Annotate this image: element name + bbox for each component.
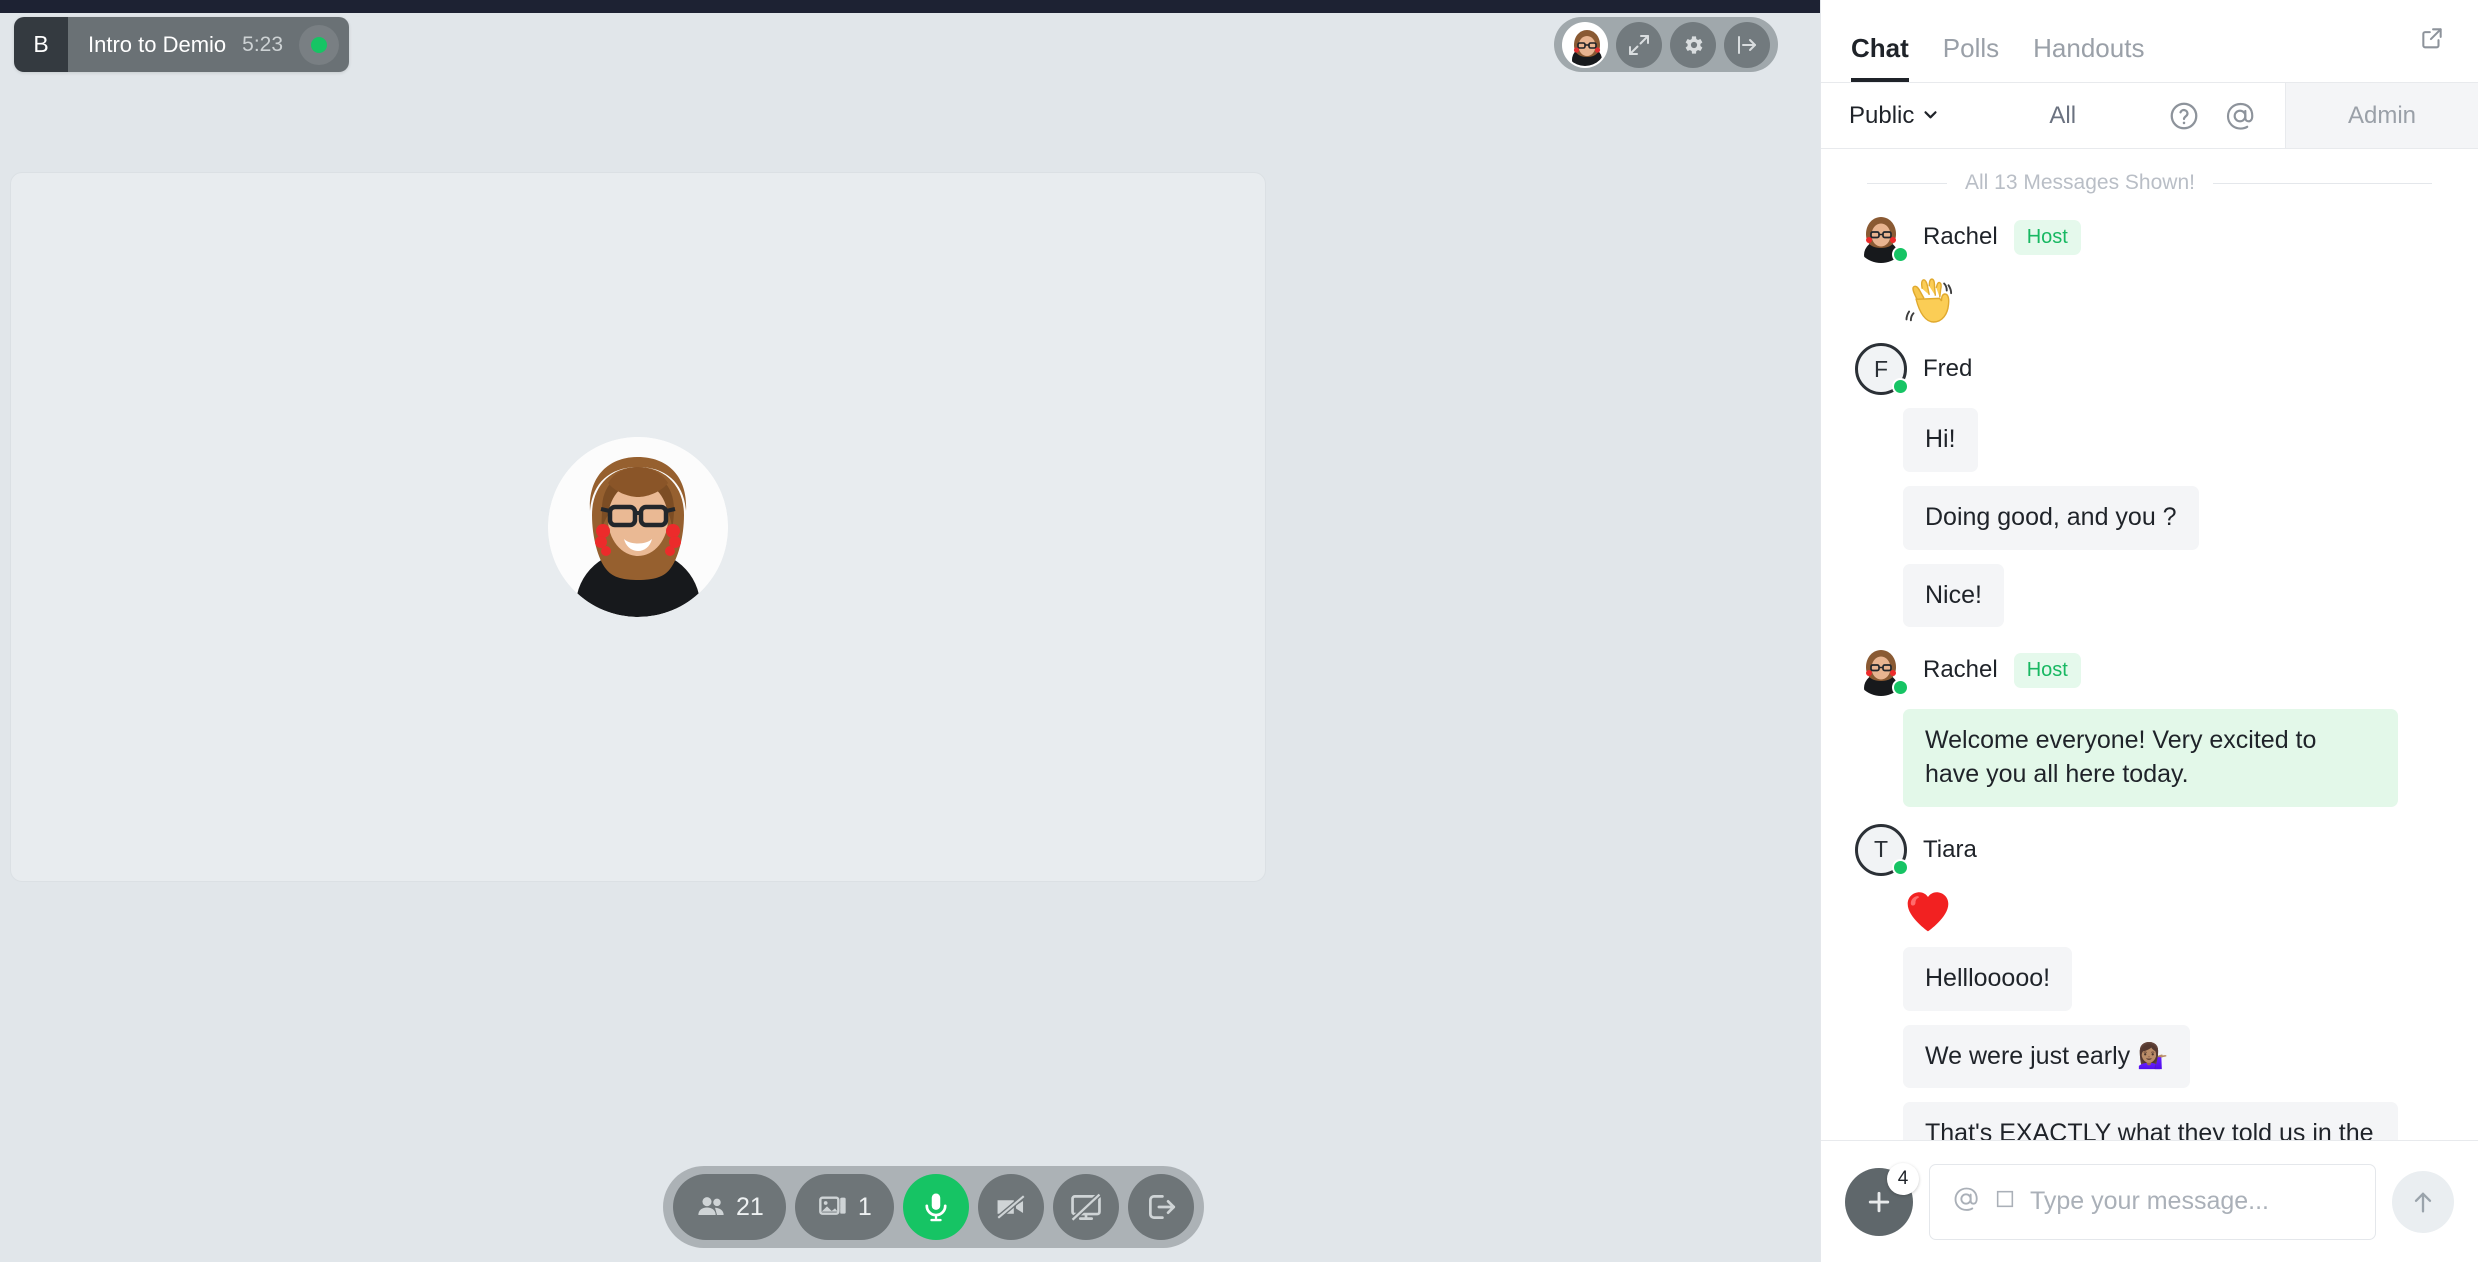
message-input[interactable]: [2030, 1187, 2353, 1216]
host-badge: Host: [2013, 652, 2081, 688]
chat-sender-row: Rachel Host: [1821, 634, 2478, 702]
attachment-count-badge: 4: [1887, 1162, 1919, 1195]
send-message-button[interactable]: [2392, 1170, 2454, 1233]
chat-message-list[interactable]: All 13 Messages Shown! Rachel Host F Fre…: [1821, 149, 2478, 1140]
chat-message-row: Helllooooo!: [1821, 940, 2478, 1018]
chat-bubble[interactable]: Helllooooo!: [1903, 946, 2073, 1011]
chat-sender-name: Tiara: [1923, 835, 1977, 863]
question-circle-icon[interactable]: [2167, 99, 2201, 133]
chat-filter-left: Public All: [1821, 83, 2286, 148]
chat-sender-name: Rachel: [1923, 223, 1998, 250]
stage-area: B Intro to Demio 5:23 21 1: [0, 0, 1820, 1262]
message-input-wrap[interactable]: [1929, 1163, 2376, 1240]
session-info-pill: B Intro to Demio 5:23: [14, 17, 350, 72]
tab-handouts[interactable]: Handouts: [2033, 33, 2144, 82]
avatar: [1855, 211, 1909, 263]
chat-filter-icons: [2167, 99, 2257, 133]
add-attachment-button[interactable]: 4: [1845, 1162, 1919, 1236]
wave-emoji-icon: [1905, 278, 1953, 323]
collapse-panel-button[interactable]: [1724, 21, 1770, 68]
tab-admin[interactable]: Admin: [2286, 83, 2478, 148]
chat-sender-row: F Fred: [1821, 333, 2478, 401]
camera-button[interactable]: [977, 1174, 1044, 1240]
emoji-icon[interactable]: [1994, 1188, 2016, 1215]
chat-bubble-host[interactable]: Welcome everyone! Very excited to have y…: [1903, 709, 2398, 807]
chat-sender-row: T Tiara: [1821, 814, 2478, 882]
chat-composer: 4: [1821, 1140, 2478, 1262]
top-dark-strip: [0, 0, 1820, 13]
chat-scope-dropdown[interactable]: Public: [1849, 102, 1939, 130]
avatar: F: [1855, 343, 1909, 395]
microphone-button[interactable]: [902, 1174, 969, 1240]
speaker-avatar: [548, 437, 728, 617]
host-badge: Host: [2013, 219, 2081, 255]
session-toolbar: 21 1: [663, 1166, 1204, 1248]
chat-emoji-message: [1821, 269, 2478, 333]
materials-count: 1: [857, 1192, 872, 1221]
presenter-avatar[interactable]: [1562, 21, 1608, 68]
session-elapsed-time: 5:23: [242, 32, 284, 56]
chat-message-row: We were just early 💁🏽‍♀️: [1821, 1018, 2478, 1096]
stage-controls-pill: [1554, 17, 1778, 72]
messages-shown-label: All 13 Messages Shown!: [1965, 171, 2195, 194]
participants-count: 21: [736, 1192, 764, 1221]
chat-message-row: Nice!: [1821, 557, 2478, 635]
session-body: Intro to Demio 5:23: [68, 17, 350, 72]
chat-sender-row: Rachel Host: [1821, 201, 2478, 269]
tab-polls[interactable]: Polls: [1943, 33, 1999, 82]
participants-button[interactable]: 21: [673, 1174, 786, 1240]
leave-button[interactable]: [1127, 1174, 1194, 1240]
tab-chat[interactable]: Chat: [1851, 33, 1909, 82]
chat-scope-label: Public: [1849, 101, 1915, 129]
chat-sender-name: Rachel: [1923, 656, 1998, 684]
presentation-video-frame[interactable]: [10, 172, 1266, 882]
chat-panel: Chat Polls Handouts Public All Admin All…: [1820, 0, 2478, 1262]
chat-filter-all[interactable]: All: [2049, 102, 2076, 130]
avatar: [1855, 644, 1909, 697]
online-status-dot: [1892, 246, 1909, 263]
chat-bubble[interactable]: Hi!: [1903, 408, 1978, 472]
session-title: Intro to Demio: [88, 31, 227, 57]
session-badge-letter: B: [14, 17, 68, 72]
chat-filter-bar: Public All Admin: [1821, 83, 2478, 149]
chat-bubble[interactable]: We were just early 💁🏽‍♀️: [1903, 1024, 2191, 1089]
messages-shown-divider: All 13 Messages Shown!: [1821, 149, 2478, 201]
fullscreen-button[interactable]: [1616, 21, 1662, 68]
settings-button[interactable]: [1670, 21, 1716, 68]
online-status-dot: [1892, 858, 1909, 876]
online-status-dot: [1892, 378, 1909, 395]
chat-bubble[interactable]: Nice!: [1903, 563, 2004, 628]
at-icon[interactable]: [1952, 1185, 1980, 1218]
heart-emoji-icon: [1907, 892, 1949, 932]
chat-emoji-message: [1821, 882, 2478, 940]
chat-message-row: Welcome everyone! Very excited to have y…: [1821, 702, 2478, 814]
online-status-dot: [1892, 679, 1909, 697]
materials-button[interactable]: 1: [794, 1174, 894, 1240]
avatar: T: [1855, 823, 1909, 876]
chat-tab-bar: Chat Polls Handouts: [1821, 0, 2478, 83]
chat-bubble[interactable]: That's EXACTLY what they told us in the …: [1903, 1102, 2398, 1140]
live-indicator: [299, 24, 340, 65]
screenshare-button[interactable]: [1052, 1174, 1119, 1240]
at-icon[interactable]: [2223, 99, 2257, 133]
external-link-icon[interactable]: [2410, 16, 2454, 60]
chat-sender-name: Fred: [1923, 355, 1973, 382]
chat-message-row: Doing good, and you ?: [1821, 479, 2478, 557]
chevron-down-icon: [1922, 102, 1939, 130]
chat-message-row: That's EXACTLY what they told us in the …: [1821, 1095, 2478, 1140]
chat-bubble[interactable]: Doing good, and you ?: [1903, 485, 2199, 550]
chat-message-row: Hi!: [1821, 401, 2478, 479]
